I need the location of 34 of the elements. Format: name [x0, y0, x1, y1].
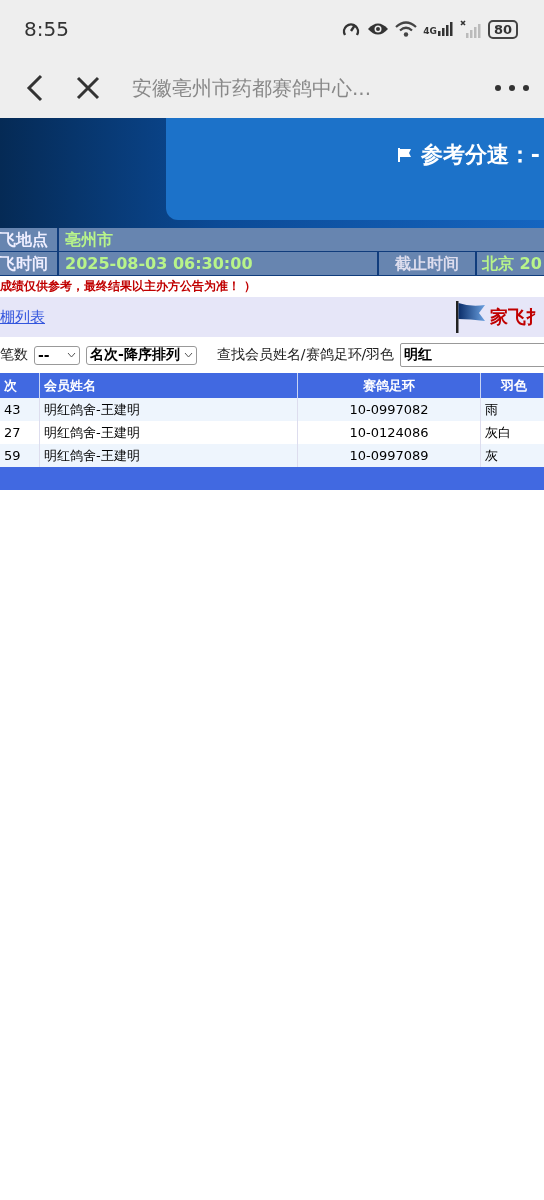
caret-icon — [183, 352, 193, 358]
info-label: 飞时间 — [0, 252, 59, 275]
more-icon[interactable] — [494, 84, 530, 92]
info-label: 飞地点 — [0, 228, 59, 251]
page-title: 安徽亳州市药都赛鸽中心... — [132, 74, 373, 102]
search-field[interactable]: 明红 — [400, 343, 544, 367]
close-icon[interactable] — [76, 76, 100, 100]
flag-icon — [396, 147, 413, 163]
eye-icon — [367, 22, 390, 36]
count-select[interactable]: -- — [34, 345, 80, 365]
table-cell-text: 灰 — [484, 447, 499, 465]
wifi-icon — [395, 21, 418, 37]
search-label: 查找会员姓名/赛鸽足环/羽色 — [216, 346, 395, 364]
signal-icon — [437, 22, 454, 36]
table-cell-text: 雨 — [484, 401, 499, 419]
caret-icon — [67, 352, 76, 358]
count-label: 笔数 — [0, 346, 28, 364]
flag-icon — [456, 301, 486, 333]
loft-list-link[interactable]: 棚列表 — [0, 307, 45, 327]
info-label: 截止时间 — [377, 252, 477, 275]
notice-text: 成绩仅供参考，最终结果以主办方公告为准！ ） — [0, 278, 258, 295]
network-type-label: 4G — [423, 27, 437, 36]
table-cell-text: 灰白 — [484, 424, 512, 442]
info-value: 北京 20 — [477, 252, 544, 275]
no-signal-icon — [459, 20, 482, 38]
battery-indicator: 80 — [487, 19, 518, 39]
reference-speed-label: 参考分速：- — [420, 141, 540, 169]
back-icon[interactable] — [26, 74, 44, 102]
info-value: 亳州市 — [59, 228, 544, 251]
sort-select[interactable]: 名次-降序排列 — [86, 345, 197, 365]
info-value: 2025-08-03 06:30:00 — [59, 252, 377, 275]
section-title: 家飞扌 — [490, 305, 544, 329]
clock-time: 8:55 — [24, 17, 69, 41]
speedometer-icon — [341, 20, 362, 38]
